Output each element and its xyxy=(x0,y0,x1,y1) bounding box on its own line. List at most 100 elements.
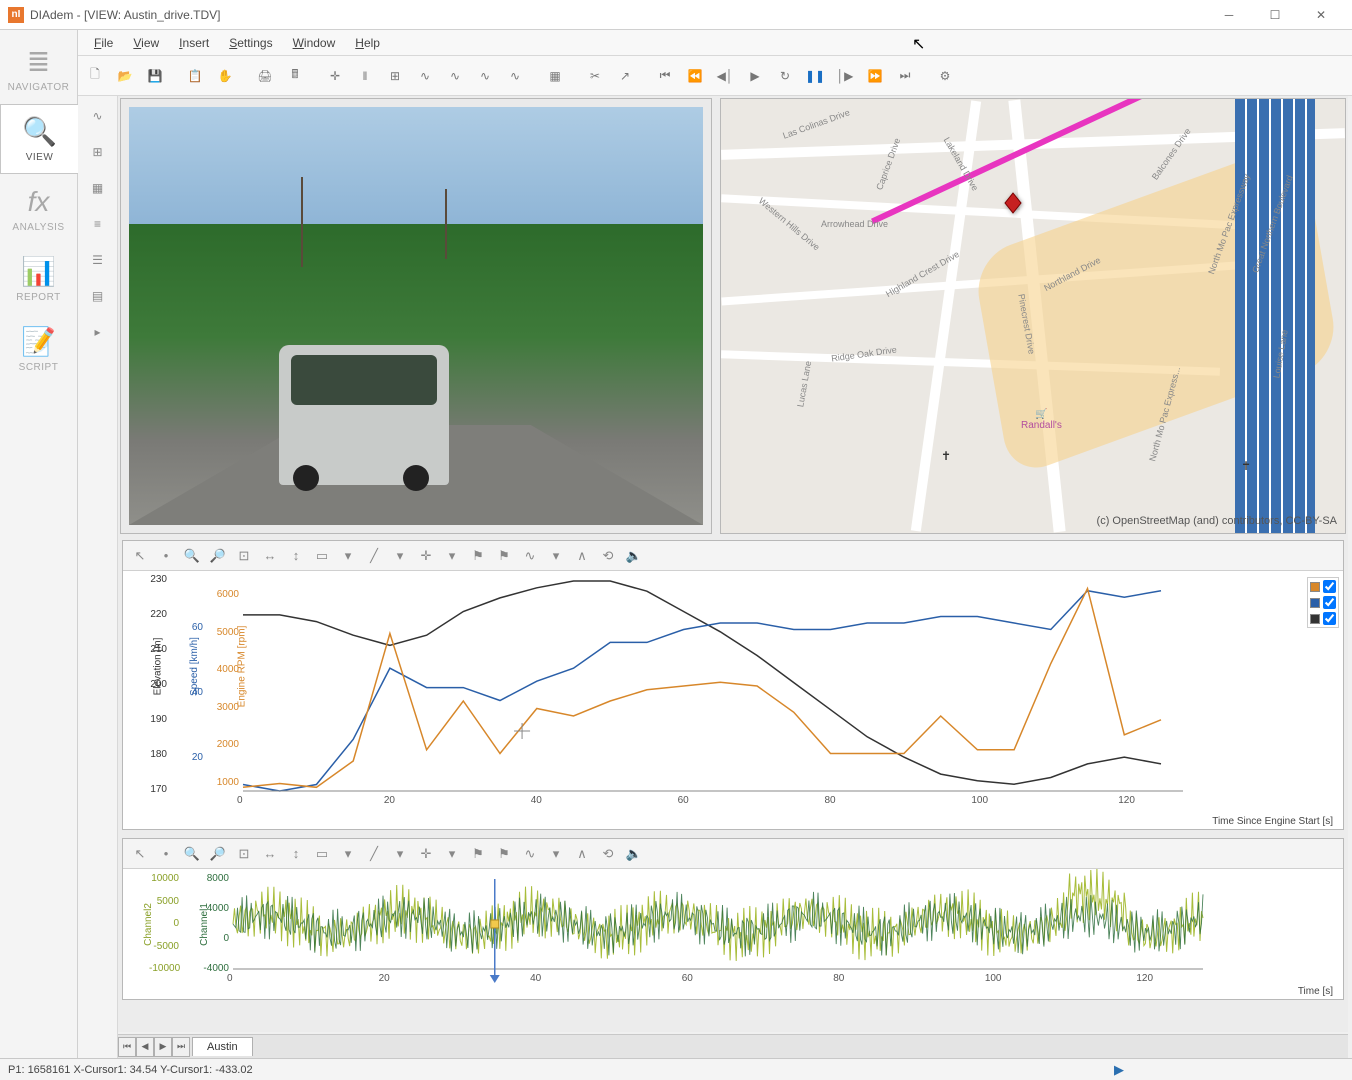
chart1-plot[interactable]: Elevation [m] Speed [km/h] Engine RPM [r… xyxy=(123,571,1343,829)
minimize-button[interactable]: ─ xyxy=(1206,0,1252,30)
map-attribution: (c) OpenStreetMap (and) contributors, CC… xyxy=(1097,515,1337,527)
layout-grid-icon[interactable]: ⊞ xyxy=(84,138,112,166)
crosshair-icon[interactable]: ✛ xyxy=(415,843,437,865)
chart2-plot[interactable]: Channel2 Channel1 Time [s] -10000-500005… xyxy=(123,869,1343,999)
zoom-x-icon[interactable]: ↔ xyxy=(259,843,281,865)
nav-report[interactable]: 📊 REPORT xyxy=(0,244,77,314)
layout-quad-icon[interactable]: ▦ xyxy=(84,174,112,202)
delete-button[interactable]: ✂ xyxy=(582,63,608,89)
new-button[interactable]: 🗋 xyxy=(82,63,108,89)
curve-icon[interactable]: ∿ xyxy=(519,545,541,567)
scale-icon[interactable]: ▭ xyxy=(311,545,333,567)
open-button[interactable]: 📂 xyxy=(112,63,138,89)
legend-speed-check[interactable] xyxy=(1323,596,1336,609)
nav-analysis[interactable]: fx ANALYSIS xyxy=(0,174,77,244)
sound-icon[interactable]: 🔈 xyxy=(623,843,645,865)
menu-settings[interactable]: Settings xyxy=(219,32,282,54)
fast-forward-button[interactable]: ⏩ xyxy=(862,63,888,89)
zoom-out-icon[interactable]: 🔎 xyxy=(207,545,229,567)
legend-elev-check[interactable] xyxy=(1323,612,1336,625)
hand-button[interactable]: ✋ xyxy=(212,63,238,89)
zoom-x-icon[interactable]: ↔ xyxy=(259,545,281,567)
curve-icon[interactable]: ∿ xyxy=(519,843,541,865)
crosshair-icon[interactable]: ✛ xyxy=(415,545,437,567)
calculator-button[interactable]: 🖩 xyxy=(282,63,308,89)
link-icon[interactable]: ⟲ xyxy=(597,545,619,567)
rewind-button[interactable]: ⏪ xyxy=(682,63,708,89)
band-cursor-button[interactable]: ‖ xyxy=(352,63,378,89)
zoom-y-icon[interactable]: ↕ xyxy=(285,545,307,567)
save-button[interactable]: 💾 xyxy=(142,63,168,89)
left-nav: ≣ NAVIGATOR 🔍 VIEW fx ANALYSIS 📊 REPORT … xyxy=(0,30,78,1058)
layout-list-icon[interactable]: ≡ xyxy=(84,210,112,238)
export-button[interactable]: ↗ xyxy=(612,63,638,89)
nav-script[interactable]: 📝 SCRIPT xyxy=(0,314,77,384)
chart-cursor-tool[interactable]: ↖ xyxy=(129,545,151,567)
play-button[interactable]: ▶ xyxy=(742,63,768,89)
print-button[interactable]: 🖨 xyxy=(252,63,278,89)
settings-button[interactable]: ⚙ xyxy=(932,63,958,89)
menu-window[interactable]: Window xyxy=(283,32,346,54)
curve-tool-1[interactable]: ∿ xyxy=(412,63,438,89)
step-forward-button[interactable]: │▶ xyxy=(832,63,858,89)
menu-insert[interactable]: Insert xyxy=(169,32,219,54)
status-play-icon[interactable]: ▶ xyxy=(1114,1062,1124,1078)
peak-icon[interactable]: ∧ xyxy=(571,843,593,865)
map-view[interactable]: Las Colinas Drive Lakeland Drive Arrowhe… xyxy=(721,99,1345,533)
nav-navigator[interactable]: ≣ NAVIGATOR xyxy=(0,34,77,104)
legend-rpm-check[interactable] xyxy=(1323,580,1336,593)
copy-button[interactable]: 📋 xyxy=(182,63,208,89)
curve-tool-3[interactable]: ∿ xyxy=(472,63,498,89)
peak-icon[interactable]: ∧ xyxy=(571,545,593,567)
zoom-in-icon[interactable]: 🔍 xyxy=(181,545,203,567)
sheet-tabstrip: ⏮ ◀ ▶ ⏭ Austin xyxy=(118,1034,1348,1058)
line-icon[interactable]: ╱ xyxy=(363,843,385,865)
maximize-button[interactable]: ☐ xyxy=(1252,0,1298,30)
flag1-icon[interactable]: ⚑ xyxy=(467,843,489,865)
layout-flag-icon[interactable]: ▸ xyxy=(84,318,112,346)
menu-help[interactable]: Help xyxy=(345,32,390,54)
layout-rows-icon[interactable]: ☰ xyxy=(84,246,112,274)
map-panel[interactable]: Las Colinas Drive Lakeland Drive Arrowhe… xyxy=(720,98,1346,534)
skip-end-button[interactable]: ⏭ xyxy=(892,63,918,89)
link-icon[interactable]: ⟲ xyxy=(597,843,619,865)
zoom-y-icon[interactable]: ↕ xyxy=(285,843,307,865)
menu-view[interactable]: View xyxy=(123,32,169,54)
tab-last-button[interactable]: ⏭ xyxy=(172,1037,190,1057)
legend-button[interactable]: ▦ xyxy=(542,63,568,89)
poi-randalls: 🛒 Randall's xyxy=(1021,409,1062,431)
curve-tool-2[interactable]: ∿ xyxy=(442,63,468,89)
grid-button[interactable]: ⊞ xyxy=(382,63,408,89)
close-button[interactable]: ✕ xyxy=(1298,0,1344,30)
window-title: DIAdem - [VIEW: Austin_drive.TDV] xyxy=(30,8,221,22)
line-icon[interactable]: ╱ xyxy=(363,545,385,567)
database-icon: ≣ xyxy=(27,45,50,78)
flag2-icon[interactable]: ⚑ xyxy=(493,843,515,865)
tab-prev-button[interactable]: ◀ xyxy=(136,1037,154,1057)
layout-wave-icon[interactable]: ∿ xyxy=(84,102,112,130)
video-panel[interactable] xyxy=(120,98,712,534)
pause-button[interactable]: ❚❚ xyxy=(802,63,828,89)
zoom-out-icon[interactable]: 🔎 xyxy=(207,843,229,865)
tab-next-button[interactable]: ▶ xyxy=(154,1037,172,1057)
chart1-legend[interactable] xyxy=(1307,577,1339,628)
zoom-in-icon[interactable]: 🔍 xyxy=(181,843,203,865)
layout-bars-icon[interactable]: ▤ xyxy=(84,282,112,310)
chart-cursor-tool[interactable]: ↖ xyxy=(129,843,151,865)
zoom-fit-icon[interactable]: ⊡ xyxy=(233,843,255,865)
sound-icon[interactable]: 🔈 xyxy=(623,545,645,567)
tab-austin[interactable]: Austin xyxy=(192,1037,253,1056)
zoom-fit-icon[interactable]: ⊡ xyxy=(233,545,255,567)
step-back-button[interactable]: ◀│ xyxy=(712,63,738,89)
script-icon: 📝 xyxy=(21,325,56,358)
curve-tool-4[interactable]: ∿ xyxy=(502,63,528,89)
tab-first-button[interactable]: ⏮ xyxy=(118,1037,136,1057)
skip-start-button[interactable]: ⏮ xyxy=(652,63,678,89)
scale-icon[interactable]: ▭ xyxy=(311,843,333,865)
nav-view[interactable]: 🔍 VIEW xyxy=(0,104,78,174)
flag2-icon[interactable]: ⚑ xyxy=(493,545,515,567)
flag1-icon[interactable]: ⚑ xyxy=(467,545,489,567)
menu-file[interactable]: File xyxy=(84,32,123,54)
loop-button[interactable]: ↻ xyxy=(772,63,798,89)
crosshair-button[interactable]: ✛ xyxy=(322,63,348,89)
